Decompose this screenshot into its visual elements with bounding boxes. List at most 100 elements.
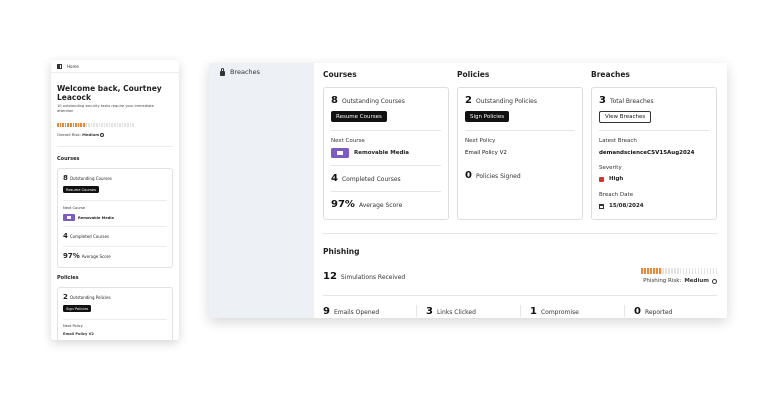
divider [416,305,417,317]
phishing-risk-meter [641,268,718,274]
info-icon[interactable] [100,133,105,137]
risk-segment-filled [62,123,64,127]
policies-card: 2 Outstanding Policies Sign Policies Next… [57,287,173,340]
risk-segment-empty [98,123,101,127]
courses-card: 8 Outstanding Courses Resume Courses Next… [57,168,173,268]
breaches-heading: Breaches [591,70,630,79]
average-score: 97% Average Score [331,199,403,210]
divider [63,319,167,320]
risk-segment-empty [700,268,703,274]
risk-segment-filled [646,268,649,274]
risk-segment-empty [116,123,119,127]
risk-segment-filled [82,123,85,127]
info-icon[interactable] [712,278,717,284]
risk-segment-filled [67,123,69,127]
desktop-dashboard: Breaches Courses 8 Outstanding Courses Re… [209,63,727,318]
outstanding-policies: 2 Outstanding Policies [465,95,537,106]
risk-segment-empty [679,268,682,274]
course-icon [63,214,75,221]
risk-segment-filled [72,123,75,127]
next-course-badge[interactable]: Removable Media [331,148,409,158]
latest-breach-value: demandscienceCSV15Aug2024 [599,150,695,156]
risk-segment-empty [670,268,673,274]
breadcrumb-home[interactable]: Home [67,64,79,69]
resume-courses-button[interactable]: Resume Courses [331,111,387,122]
next-course-badge[interactable]: Removable Media [63,214,114,221]
sign-policies-button[interactable]: Sign Policies [465,111,510,122]
view-breaches-button[interactable]: View Breaches [599,111,652,123]
severity-high-icon [599,176,604,182]
risk-segment-filled [59,123,62,127]
phishing-risk-value: Medium [684,278,709,284]
risk-segment-empty [667,268,670,274]
risk-segment-filled [75,123,77,127]
breach-date-value: 15/08/2024 [599,203,644,209]
risk-segment-empty [85,123,88,127]
policies-heading: Policies [457,70,490,79]
risk-segment-filled [652,268,655,274]
lock-icon [220,67,225,76]
next-policy-value: Email Policy V2 [63,332,94,336]
average-score: 97% Average Score [63,252,111,260]
risk-segment-empty [121,123,124,127]
mobile-dashboard: Home Welcome back, Courtney Leacock 10 o… [51,60,179,340]
calendar-icon [599,203,604,209]
phishing-heading: Phishing [323,247,360,256]
compromise: 1 Compromise [530,306,579,317]
courses-heading: Courses [57,156,80,162]
next-policy-value: Email Policy V2 [465,150,507,156]
courses-card: 8 Outstanding Courses Resume Courses Next… [323,87,449,220]
risk-segment-filled [641,268,643,274]
risk-segment-empty [88,123,90,127]
sidebar: Breaches [209,63,314,318]
divider [331,130,441,131]
risk-segment-filled [643,268,646,274]
risk-segment-empty [90,123,93,127]
mobile-topbar: Home [51,60,179,73]
next-course-label: Next Course [331,138,365,144]
divider [331,165,441,166]
severity-value: High [599,176,623,182]
breaches-card: 3 Total Breaches View Breaches Latest Bre… [591,87,717,220]
risk-segment-empty [132,123,134,127]
divider [63,246,167,247]
risk-segment-empty [93,123,95,127]
sidebar-toggle-icon[interactable] [57,63,62,69]
risk-segment-filled [658,268,661,274]
risk-segment-empty [95,123,98,127]
risk-segment-empty [127,123,129,127]
welcome-subtitle: 10 outstanding security tasks require yo… [57,104,154,113]
outstanding-policies: 2 Outstanding Policies [63,293,111,301]
resume-courses-button[interactable]: Resume Courses [63,186,99,193]
risk-segment-empty [715,268,718,274]
policies-heading: Policies [57,275,79,281]
policies-card: 2 Outstanding Policies Sign Policies Next… [457,87,583,220]
risk-segment-empty [129,123,132,127]
overall-risk-value: Medium [82,132,100,137]
risk-segment-empty [111,123,114,127]
risk-segment-empty [694,268,697,274]
sign-policies-button[interactable]: Sign Policies [63,305,92,312]
policies-signed: 0 Policies Signed [465,170,521,181]
risk-segment-empty [673,268,676,274]
risk-segment-filled [649,268,652,274]
breach-date-label: Breach Date [599,192,634,198]
simulations-received: 12 Simulations Received [323,271,406,282]
divider [63,226,167,227]
risk-segment-filled [80,123,82,127]
risk-segment-empty [712,268,715,274]
risk-segment-empty [703,268,706,274]
next-policy-label: Next Policy [63,324,83,328]
risk-segment-empty [706,268,709,274]
latest-breach-label: Latest Breach [599,138,637,144]
risk-segment-filled [57,123,59,127]
phishing-risk-label: Phishing Risk: Medium [643,278,717,284]
risk-segment-empty [108,123,111,127]
risk-segment-empty [103,123,106,127]
risk-segment-empty [688,268,691,274]
risk-segment-empty [709,268,712,274]
risk-segment-empty [697,268,700,274]
sidebar-item-breaches[interactable]: Breaches [220,67,260,76]
divider [323,233,717,234]
overall-risk-label: Overall Risk: Medium [57,132,105,137]
